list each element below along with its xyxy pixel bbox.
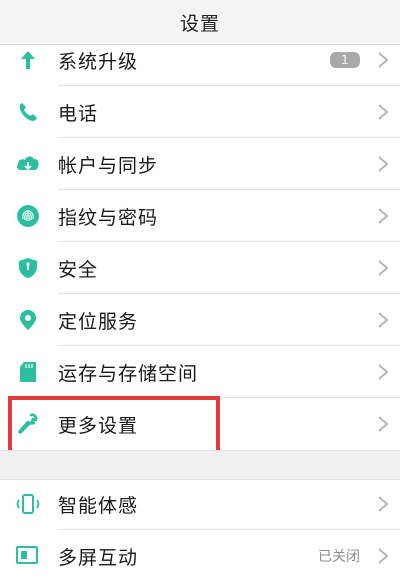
chevron-right-icon (378, 416, 389, 432)
shield-icon (14, 254, 42, 282)
highlight-box (8, 396, 220, 454)
settings-item-label: 多屏互动 (58, 546, 139, 569)
chevron-right-icon (378, 52, 389, 68)
phone-icon (14, 98, 42, 126)
sd-card-icon (14, 358, 42, 386)
fingerprint-icon (14, 202, 42, 230)
chevron-right-icon (378, 364, 389, 380)
settings-item-label: 电话 (58, 102, 99, 125)
settings-item-label: 定位服务 (58, 310, 139, 333)
phone-motion-icon (14, 490, 42, 518)
settings-item-security[interactable]: 安全 (0, 242, 400, 294)
settings-item-label: 智能体感 (58, 494, 139, 517)
settings-item-account-sync[interactable]: 帐户与同步 (0, 138, 400, 190)
chevron-right-icon (378, 208, 389, 224)
settings-item-label: 帐户与同步 (58, 154, 159, 177)
settings-item-phone[interactable]: 电话 (0, 86, 400, 138)
update-count-badge: 1 (330, 52, 360, 68)
settings-item-label: 指纹与密码 (58, 206, 159, 229)
settings-item-memory-storage[interactable]: 运存与存储空间 (0, 346, 400, 398)
location-pin-icon (14, 306, 42, 334)
chevron-right-icon (378, 104, 389, 120)
settings-item-label: 安全 (58, 258, 99, 281)
settings-item-location[interactable]: 定位服务 (0, 294, 400, 346)
chevron-right-icon (378, 156, 389, 172)
chevron-right-icon (378, 260, 389, 276)
settings-item-label: 系统升级 (58, 50, 139, 73)
settings-list-main: 系统升级 1 电话 帐户与同步 指纹与密码 安全 定位服务 运存与存储空间 更多… (0, 34, 400, 450)
page-title: 设置 (179, 12, 220, 35)
settings-item-label: 运存与存储空间 (58, 362, 199, 385)
chevron-right-icon (378, 496, 389, 512)
chevron-right-icon (378, 548, 389, 564)
multi-screen-icon (14, 542, 42, 570)
cloud-sync-icon (14, 150, 42, 178)
settings-list-secondary: 智能体感 多屏互动 已关闭 (0, 478, 400, 582)
arrow-up-icon (14, 46, 42, 74)
section-divider (0, 450, 400, 480)
settings-item-fingerprint-password[interactable]: 指纹与密码 (0, 190, 400, 242)
settings-item-multi-screen[interactable]: 多屏互动 已关闭 (0, 530, 400, 582)
settings-item-system-update[interactable]: 系统升级 1 (0, 34, 400, 86)
status-text: 已关闭 (318, 549, 360, 565)
settings-item-smart-motion[interactable]: 智能体感 (0, 478, 400, 530)
chevron-right-icon (378, 312, 389, 328)
